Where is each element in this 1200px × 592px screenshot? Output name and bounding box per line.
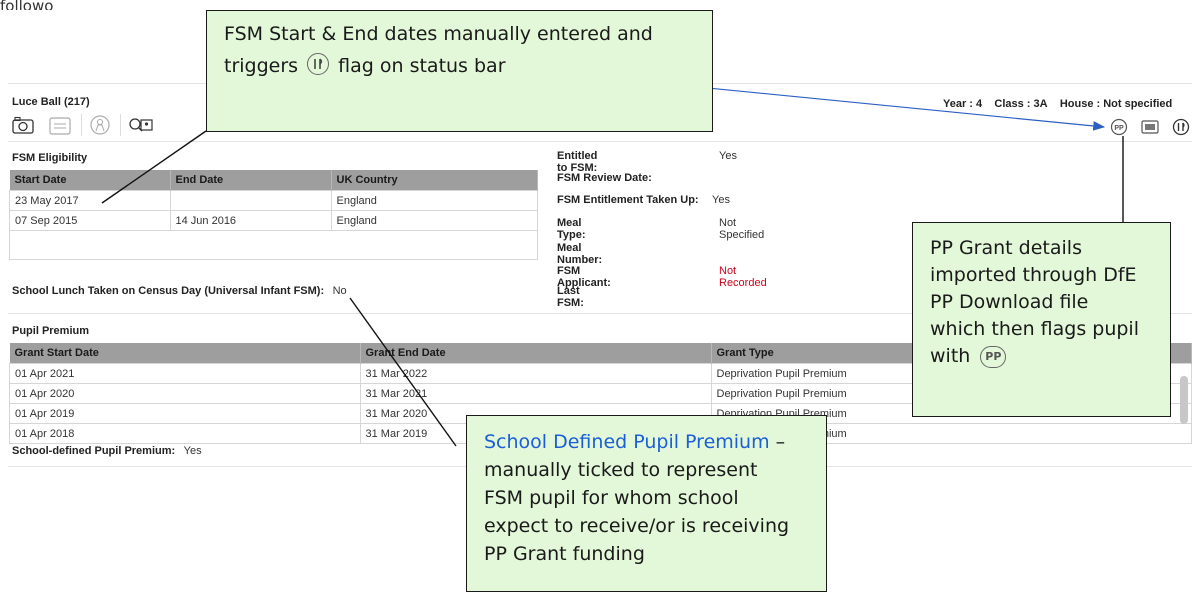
callout-text: flag on status bar xyxy=(338,55,506,77)
callout-line: triggers flag on status bar xyxy=(224,53,506,77)
callout-line: PP Download file xyxy=(930,291,1089,313)
callout-line: with PP xyxy=(930,343,1139,370)
callout-line: manually ticked to represent xyxy=(484,459,758,481)
school-defined-pp-callout: School Defined Pupil Premium – manually … xyxy=(466,415,827,592)
callout-line: School Defined Pupil Premium – xyxy=(484,428,789,456)
fsm-flag-icon xyxy=(307,53,330,75)
callout-text: triggers xyxy=(224,55,299,77)
callout-body: School Defined Pupil Premium – manually … xyxy=(484,428,789,568)
callout-text: with xyxy=(930,345,971,367)
fsm-dates-pointer-line xyxy=(101,130,207,204)
callout-line: expect to receive/or is receiving xyxy=(484,515,790,537)
callout-line: PP Grant details xyxy=(930,237,1082,259)
callout-dash: – xyxy=(769,431,786,453)
callout-line: imported through DfE xyxy=(930,264,1137,286)
pp-flag-icon: PP xyxy=(980,346,1007,368)
callout-line: which then flags pupil xyxy=(930,318,1139,340)
callout-line: FSM Start & End dates manually entered a… xyxy=(224,23,653,45)
pp-grant-callout: PP Grant details imported through DfE PP… xyxy=(912,222,1171,417)
callout-body: PP Grant details imported through DfE PP… xyxy=(930,235,1139,370)
school-defined-pointer-line xyxy=(349,297,457,447)
callout-line: FSM pupil for whom school xyxy=(484,487,739,509)
callout-line: PP Grant funding xyxy=(484,543,645,565)
callout-title: School Defined Pupil Premium xyxy=(484,431,770,453)
fsm-dates-callout: FSM Start & End dates manually entered a… xyxy=(206,10,713,132)
